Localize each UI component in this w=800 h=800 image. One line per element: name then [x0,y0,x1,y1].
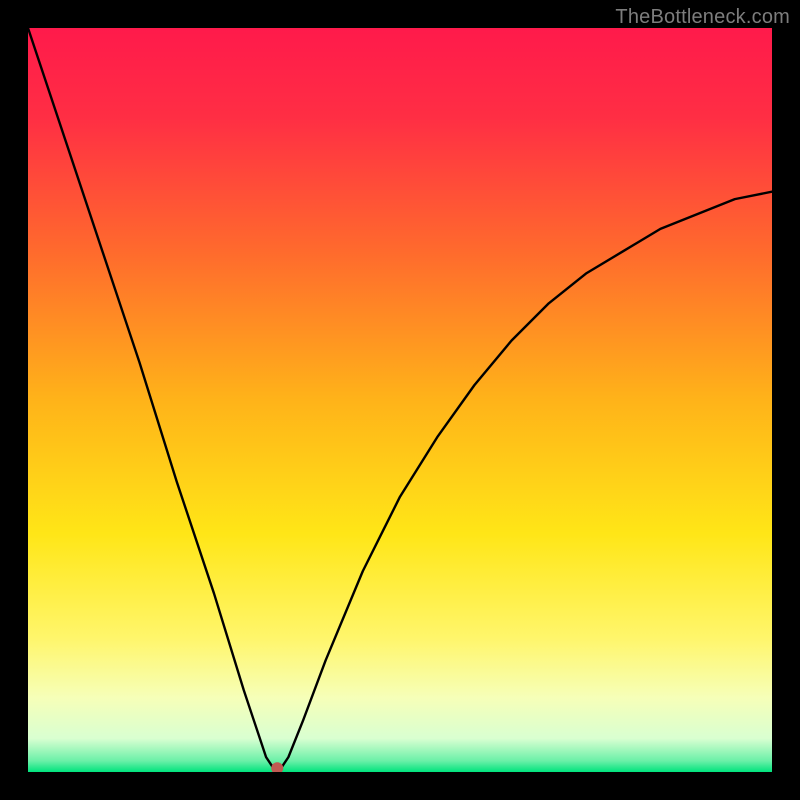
chart-frame: TheBottleneck.com [0,0,800,800]
plot-area [28,28,772,772]
gradient-background [28,28,772,772]
watermark-text: TheBottleneck.com [615,6,790,29]
chart-svg [28,28,772,772]
